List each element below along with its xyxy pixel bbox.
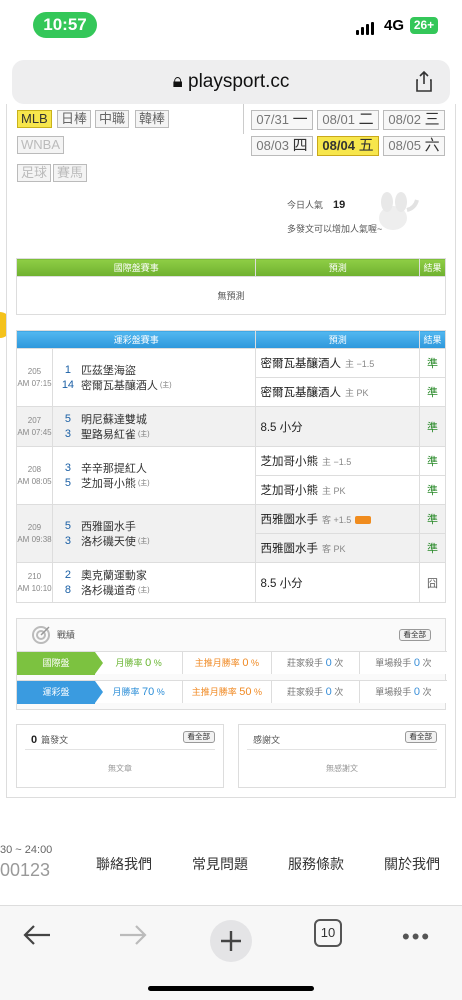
result: 囧 — [419, 562, 446, 603]
more-icon[interactable]: ••• — [402, 924, 431, 950]
lottery-prediction-table: 運彩盤賽事 預測 結果 205 AM 07:15 1 匹茲堡海盜 14 密爾瓦基釀酒人… — [15, 330, 446, 603]
mascot-icon — [379, 192, 419, 230]
game-row: 208 AM 08:05 3 辛辛那提紅人 5 芝加哥小熊 (主) 芝加哥小熊主 −1.… — [16, 446, 446, 505]
result: 準 — [419, 377, 446, 407]
intl-header-match: 國際盤賽事 — [15, 258, 257, 277]
prediction: 西雅圖水手客 PK — [255, 533, 421, 563]
thanks-box: 感謝文 看全部 無感謝文 — [238, 724, 446, 788]
record-view-all-button[interactable]: 看全部 — [398, 629, 431, 641]
record-row-intl: 國際盤 月勝率 0 % 主推月勝率 0 % 莊家殺手 0 次 單場殺手 0 次 — [17, 651, 447, 675]
home-team[interactable]: 洛杉磯道奇 — [81, 582, 136, 598]
prediction: 8.5 小分 — [255, 406, 421, 447]
date-0731[interactable]: 07/31 一 — [251, 110, 313, 130]
away-team[interactable]: 辛辛那提紅人 — [81, 460, 147, 476]
status-time: 10:57 — [33, 12, 97, 38]
league-wnba[interactable]: WNBA — [17, 136, 64, 154]
url-text[interactable]: 🔒︎ playsport.cc — [12, 71, 450, 93]
league-cpbl[interactable]: 中職 — [95, 110, 130, 128]
tabs-button[interactable]: 10 — [314, 919, 342, 947]
record-title: 戰績 — [57, 630, 76, 640]
league-horse[interactable]: 賽馬 — [53, 164, 88, 182]
home-indicator — [148, 986, 314, 991]
date-0803[interactable]: 08/03 四 — [251, 136, 313, 156]
forward-icon[interactable] — [118, 924, 148, 946]
posts-view-all-button[interactable]: 看全部 — [182, 731, 215, 743]
home-team[interactable]: 洛杉磯天使 — [81, 533, 136, 549]
prediction: 8.5 小分 — [255, 562, 421, 603]
browser-toolbar: 10 ••• — [0, 905, 462, 1000]
posts-empty: 無文章 — [108, 764, 132, 773]
popularity: 今日人氣 19 — [287, 199, 346, 211]
result: 準 — [419, 446, 446, 476]
status-bar: 10:57 4G 26+ — [0, 0, 462, 52]
date-0805[interactable]: 08/05 六 — [383, 136, 445, 156]
record-panel: 戰績 看全部 國際盤 月勝率 0 % 主推月勝率 0 % 莊家殺手 0 次 單場… — [16, 618, 447, 710]
away-team[interactable]: 西雅圖水手 — [81, 518, 136, 534]
away-team[interactable]: 明尼蘇達雙城 — [81, 411, 147, 427]
result: 準 — [419, 475, 446, 505]
lottery-header-pred: 預測 — [255, 330, 421, 349]
profile-page: MLB 日棒 中職 韓棒 WNBA 足球 賽馬 07/31 一 08/01 二 … — [0, 104, 462, 824]
plus-icon — [221, 931, 241, 951]
game-row: 210 AM 10:10 2 奧克蘭運動家 8 洛杉磯道奇 (主) 8.5 小分 囧 — [16, 562, 446, 603]
intl-no-prediction: 無預測 — [16, 276, 446, 315]
game-row: 205 AM 07:15 1 匹茲堡海盜 14 密爾瓦基釀酒人 (主) 密爾瓦基釀酒人主… — [16, 348, 446, 407]
date-0801[interactable]: 08/01 二 — [317, 110, 379, 130]
posts-box: 0 篇發文 看全部 無文章 — [16, 724, 224, 788]
result: 準 — [419, 504, 446, 534]
league-kbo[interactable]: 韓棒 — [135, 110, 170, 128]
date-0804[interactable]: 08/04 五 — [317, 136, 379, 156]
site-footer: 30 ~ 24:00 00123 聯絡我們 常見問題 服務條款 關於我們 — [0, 840, 462, 900]
signal-icon — [356, 22, 374, 35]
share-icon[interactable] — [414, 70, 434, 92]
lock-icon: 🔒︎ — [172, 71, 183, 92]
record-row-lottery: 運彩盤 月勝率 70 % 主推月勝率 50 % 莊家殺手 0 次 單場殺手 0 … — [17, 680, 447, 704]
footer-link-faq[interactable]: 常見問題 — [192, 854, 248, 874]
game-row: 209 AM 09:38 5 西雅圖水手 3 洛杉磯天使 (主) 西雅圖水手客 +1.5… — [16, 504, 446, 563]
posts-count: 0 篇發文 — [31, 734, 69, 746]
result: 準 — [419, 406, 446, 447]
game-row: 207 AM 07:45 5 明尼蘇達雙城 3 聖路易紅雀 (主) 8.5 小分 準 — [16, 406, 446, 447]
footer-link-contact[interactable]: 聯絡我們 — [96, 854, 152, 874]
date-0802[interactable]: 08/02 三 — [383, 110, 445, 130]
new-tab-button[interactable] — [210, 920, 252, 962]
home-team[interactable]: 密爾瓦基釀酒人 — [81, 377, 158, 393]
network-label: 4G — [384, 17, 405, 34]
target-icon — [32, 626, 50, 644]
intl-header-pred: 預測 — [255, 258, 421, 277]
prediction: 密爾瓦基釀酒人主 PK — [255, 377, 421, 407]
prediction: 密爾瓦基釀酒人主 −1.5 — [255, 348, 421, 378]
intl-prediction-table: 國際盤賽事 預測 結果 無預測 — [15, 258, 446, 315]
prediction: 西雅圖水手客 +1.5 — [255, 504, 421, 534]
service-hours: 30 ~ 24:00 — [0, 844, 53, 856]
thanks-view-all-button[interactable]: 看全部 — [404, 731, 437, 743]
league-soccer[interactable]: 足球 — [17, 164, 52, 182]
footer-link-terms[interactable]: 服務條款 — [288, 854, 344, 874]
lottery-header-result: 結果 — [419, 330, 446, 349]
prediction: 芝加哥小熊主 −1.5 — [255, 446, 421, 476]
prediction: 芝加哥小熊主 PK — [255, 475, 421, 505]
main-pick-badge — [355, 515, 372, 524]
result: 準 — [419, 533, 446, 563]
service-phone[interactable]: 00123 — [0, 860, 50, 881]
back-icon[interactable] — [22, 924, 52, 946]
address-bar[interactable]: 🔒︎ playsport.cc — [12, 60, 450, 104]
league-mlb[interactable]: MLB — [17, 110, 52, 128]
away-team[interactable]: 匹茲堡海盜 — [81, 362, 136, 378]
intl-header-result: 結果 — [419, 258, 446, 277]
result: 準 — [419, 348, 446, 378]
away-team[interactable]: 奧克蘭運動家 — [81, 567, 147, 583]
home-team[interactable]: 聖路易紅雀 — [81, 426, 136, 442]
league-npb[interactable]: 日棒 — [57, 110, 92, 128]
battery-icon: 26+ — [410, 17, 438, 34]
lottery-header-match: 運彩盤賽事 — [15, 330, 257, 349]
thanks-empty: 無感謝文 — [326, 764, 358, 773]
footer-link-about[interactable]: 關於我們 — [384, 854, 440, 874]
thanks-label: 感謝文 — [253, 735, 281, 745]
home-team[interactable]: 芝加哥小熊 — [81, 475, 136, 491]
